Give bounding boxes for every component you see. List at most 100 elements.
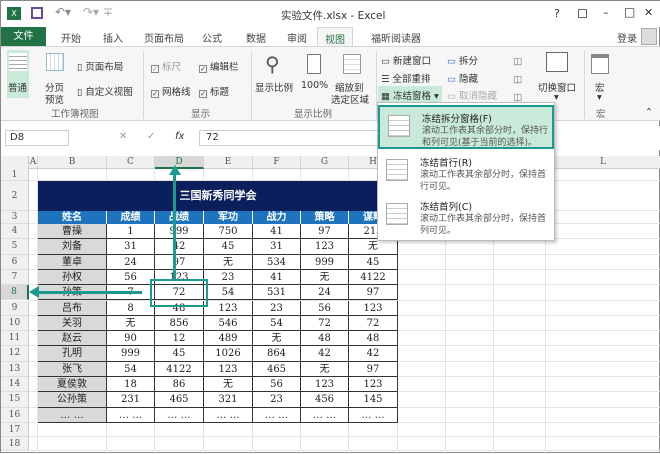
table-cell[interactable]: 546 bbox=[204, 315, 253, 332]
table-cell[interactable]: 123 bbox=[301, 377, 349, 393]
table-cell[interactable]: 123 bbox=[301, 239, 349, 255]
table-cell[interactable]: 86 bbox=[155, 377, 204, 393]
row-header-18[interactable]: 18 bbox=[1, 436, 29, 451]
table-cell[interactable]: 无 bbox=[301, 269, 349, 286]
side-by-side-icons[interactable]: ◫ ◫ ◫ bbox=[513, 53, 522, 107]
row-header-15[interactable]: 15 bbox=[1, 392, 29, 408]
zoom-100-button[interactable]: 100% bbox=[299, 52, 329, 102]
row-header-4[interactable]: 4 bbox=[1, 224, 29, 240]
table-cell[interactable]: 97 bbox=[349, 285, 398, 301]
row-header-5[interactable]: 5 bbox=[1, 239, 29, 255]
table-cell[interactable]: 31 bbox=[107, 239, 155, 255]
name-cell[interactable]: … … bbox=[38, 407, 107, 423]
tab-formulas[interactable]: 公式 bbox=[202, 30, 222, 45]
table-cell[interactable]: 45 bbox=[204, 239, 253, 255]
table-cell[interactable]: 750 bbox=[204, 224, 253, 240]
table-cell[interactable]: 123 bbox=[349, 377, 398, 393]
name-cell[interactable]: 曹操 bbox=[38, 224, 107, 240]
row-header-13[interactable]: 13 bbox=[1, 361, 29, 377]
row-header-9[interactable]: 9 bbox=[1, 300, 29, 316]
switch-windows-button[interactable]: 切换窗口 ▾ bbox=[536, 52, 580, 107]
table-cell[interactable]: 24 bbox=[107, 254, 155, 270]
row-header-7[interactable]: 7 bbox=[1, 269, 29, 286]
menu-item-freeze-first-column[interactable]: 冻结首列(C) 滚动工作表其余部分时，保持首列可见。 bbox=[378, 195, 554, 239]
tab-foxit[interactable]: 福昕阅读器 bbox=[371, 30, 421, 45]
close-button[interactable]: ✕ bbox=[644, 6, 653, 19]
table-cell[interactable]: 无 bbox=[253, 331, 301, 347]
table-cell[interactable]: 45 bbox=[155, 346, 204, 362]
table-cell[interactable]: 8 bbox=[107, 300, 155, 316]
name-box[interactable]: D8 bbox=[5, 130, 69, 146]
formula-bar-checkbox[interactable]: ✓ 编辑栏 bbox=[199, 59, 239, 73]
table-cell[interactable]: … … bbox=[301, 407, 349, 423]
menu-item-freeze-panes[interactable]: 冻结拆分窗格(F) 滚动工作表其余部分时，保持行和列可见(基于当前的选择)。 bbox=[378, 105, 554, 149]
custom-view-button[interactable]: ▯ 自定义视图 bbox=[77, 84, 133, 98]
table-cell[interactable]: 23 bbox=[253, 300, 301, 316]
tab-view[interactable]: 视图 bbox=[317, 27, 353, 47]
row-header-6[interactable]: 6 bbox=[1, 254, 29, 270]
name-cell[interactable]: 吕布 bbox=[38, 300, 107, 316]
new-window-button[interactable]: ▭ 新建窗口 bbox=[381, 53, 431, 67]
table-cell[interactable]: … … bbox=[107, 407, 155, 423]
table-cell[interactable]: 1 bbox=[107, 224, 155, 240]
tab-insert[interactable]: 插入 bbox=[103, 30, 123, 45]
table-cell[interactable]: 531 bbox=[253, 285, 301, 301]
table-cell[interactable]: 18 bbox=[107, 377, 155, 393]
table-cell[interactable]: 42 bbox=[301, 346, 349, 362]
column-header-c[interactable]: C bbox=[107, 156, 155, 169]
redo-icon[interactable]: ↷▾ ∓ bbox=[83, 5, 113, 19]
arrange-all-button[interactable]: ☰ 全部重排 bbox=[381, 71, 431, 85]
table-cell[interactable]: … … bbox=[349, 407, 398, 423]
tab-home[interactable]: 开始 bbox=[61, 30, 81, 45]
row-header-10[interactable]: 10 bbox=[1, 315, 29, 332]
table-cell[interactable]: 54 bbox=[107, 361, 155, 377]
row-header-1[interactable]: 1 bbox=[1, 169, 29, 181]
table-cell[interactable]: 56 bbox=[301, 300, 349, 316]
page-break-preview-button[interactable]: 分页 预览 bbox=[43, 50, 67, 106]
row-header-17[interactable]: 17 bbox=[1, 422, 29, 437]
cancel-icon[interactable]: ✕ bbox=[119, 131, 127, 142]
zoom-selection-button[interactable]: 缩放到 选定区域 bbox=[331, 52, 373, 107]
headings-checkbox[interactable]: ✓ 标题 bbox=[199, 84, 229, 98]
table-cell[interactable]: 145 bbox=[349, 392, 398, 408]
name-cell[interactable]: 孔明 bbox=[38, 346, 107, 362]
table-cell[interactable]: 42 bbox=[349, 346, 398, 362]
undo-icon[interactable]: ↶▾ bbox=[55, 5, 71, 19]
select-all-button[interactable] bbox=[1, 156, 29, 169]
name-cell[interactable]: 关羽 bbox=[38, 315, 107, 332]
table-cell[interactable]: 123 bbox=[204, 361, 253, 377]
table-cell[interactable]: 12 bbox=[155, 331, 204, 347]
table-cell[interactable]: 23 bbox=[204, 269, 253, 286]
table-cell[interactable]: 54 bbox=[253, 315, 301, 332]
table-cell[interactable]: 4122 bbox=[155, 361, 204, 377]
column-header-l[interactable]: L bbox=[546, 156, 660, 169]
table-cell[interactable]: 72 bbox=[349, 315, 398, 332]
table-cell[interactable]: 97 bbox=[349, 361, 398, 377]
save-icon[interactable] bbox=[31, 7, 43, 19]
name-cell[interactable]: 董卓 bbox=[38, 254, 107, 270]
table-cell[interactable]: 864 bbox=[253, 346, 301, 362]
table-cell[interactable]: … … bbox=[253, 407, 301, 423]
table-cell[interactable]: 465 bbox=[253, 361, 301, 377]
unhide-button[interactable]: ▭ 取消隐藏 bbox=[447, 88, 497, 102]
table-cell[interactable]: 321 bbox=[204, 392, 253, 408]
table-cell[interactable]: 123 bbox=[204, 300, 253, 316]
row-header-2[interactable]: 2 bbox=[1, 181, 29, 211]
zoom-button[interactable]: ⚲ 显示比例 bbox=[255, 52, 295, 102]
help-button[interactable]: ? bbox=[554, 7, 560, 20]
table-cell[interactable]: 999 bbox=[155, 224, 204, 240]
table-cell[interactable]: 48 bbox=[301, 331, 349, 347]
table-cell[interactable]: 97 bbox=[155, 254, 204, 270]
table-cell[interactable]: 1026 bbox=[204, 346, 253, 362]
name-cell[interactable]: 孙权 bbox=[38, 269, 107, 286]
enter-icon[interactable]: ✓ bbox=[147, 131, 155, 142]
table-cell[interactable]: 4122 bbox=[349, 269, 398, 286]
macros-button[interactable]: 宏 ▾ bbox=[589, 52, 613, 107]
hide-button[interactable]: ▭ 隐藏 bbox=[447, 71, 478, 85]
table-cell[interactable]: 41 bbox=[253, 269, 301, 286]
tab-page-layout[interactable]: 页面布局 bbox=[144, 30, 184, 45]
column-header-g[interactable]: G bbox=[301, 156, 349, 169]
table-cell[interactable]: 无 bbox=[204, 254, 253, 270]
column-header-a[interactable]: A bbox=[29, 156, 38, 169]
login-link[interactable]: 登录 bbox=[617, 30, 637, 45]
